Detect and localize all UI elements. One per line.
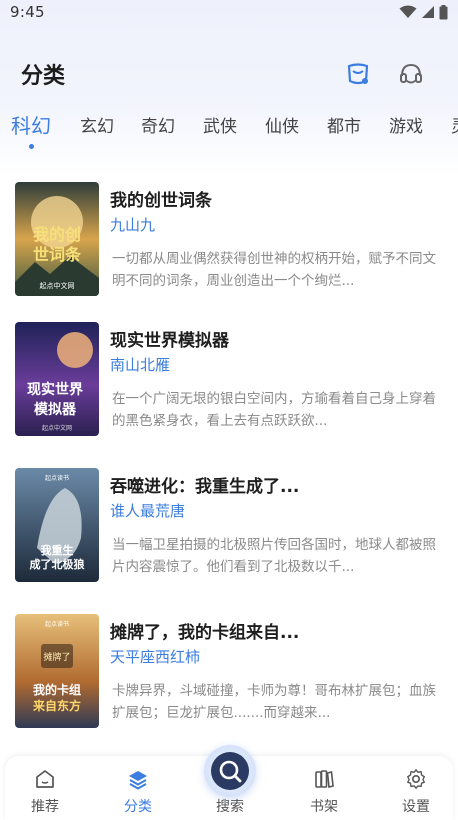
headset-icon[interactable] xyxy=(397,60,425,88)
svg-text:模拟器: 模拟器 xyxy=(34,401,77,418)
book-author[interactable]: 九山九 xyxy=(110,214,155,235)
svg-text:起点读书: 起点读书 xyxy=(45,620,69,628)
list-item[interactable]: 我重生 成了北极狼 起点读书 吞噬进化：我重生成了... 谁人最荒唐 当一幅卫星… xyxy=(0,464,458,584)
book-author[interactable]: 谁人最荒唐 xyxy=(110,500,185,521)
nav-settings[interactable]: 设置 xyxy=(381,756,451,820)
tab-xianxia[interactable]: 仙侠 xyxy=(265,112,299,137)
list-item[interactable]: 我的创 世词条 起点中文网 我的创世词条 九山九 一切都从周业偶然获得创世神的权… xyxy=(0,178,458,298)
book-cover[interactable]: 现实世界 模拟器 起点中文网 xyxy=(15,322,99,436)
list-item[interactable]: 现实世界 模拟器 起点中文网 现实世界模拟器 南山北雁 在一个广阔无垠的银白空间… xyxy=(0,318,458,438)
nav-bookshelf[interactable]: 书架 xyxy=(289,756,359,820)
svg-text:我重生: 我重生 xyxy=(41,543,74,557)
svg-text:来自东方: 来自东方 xyxy=(32,698,81,713)
category-tabs: 科幻 玄幻 奇幻 武侠 仙侠 都市 游戏 灵 xyxy=(0,112,458,158)
svg-text:起点中文网: 起点中文网 xyxy=(42,424,72,432)
status-bar: 9:45 xyxy=(0,0,458,24)
search-icon xyxy=(219,760,242,783)
nav-search-label[interactable]: 搜索 xyxy=(200,796,260,816)
book-author[interactable]: 南山北雁 xyxy=(110,354,170,375)
book-title: 摊牌了，我的卡组来自... xyxy=(110,623,300,643)
status-time: 9:45 xyxy=(10,3,45,21)
tab-wuxia[interactable]: 武侠 xyxy=(203,112,237,137)
home-icon xyxy=(36,770,54,788)
bag-icon[interactable] xyxy=(344,60,372,88)
nav-label: 推荐 xyxy=(31,799,59,815)
tab-ling[interactable]: 灵 xyxy=(451,112,458,137)
svg-text:摊牌了: 摊牌了 xyxy=(43,651,70,663)
tab-scifi[interactable]: 科幻 xyxy=(11,112,51,139)
book-title: 我的创世词条 xyxy=(110,191,212,211)
tab-xuanhuan[interactable]: 玄幻 xyxy=(80,112,114,137)
search-button-inner xyxy=(211,752,249,790)
book-title: 现实世界模拟器 xyxy=(110,331,229,351)
status-icons xyxy=(399,4,448,20)
bookshelf-icon xyxy=(315,770,334,788)
tab-dushi[interactable]: 都市 xyxy=(327,112,361,137)
book-cover[interactable]: 摊牌了 我的卡组 来自东方 起点读书 xyxy=(15,614,99,728)
book-description: 卡牌异界，斗域碰撞，卡师为尊！哥布林扩展包；血族扩展包；巨龙扩展包.......… xyxy=(112,683,436,721)
page-header: 分类 xyxy=(0,52,458,96)
active-tab-indicator xyxy=(29,144,34,149)
book-title: 吞噬进化：我重生成了... xyxy=(110,477,300,497)
wifi-icon xyxy=(399,5,417,18)
book-cover[interactable]: 我的创 世词条 起点中文网 xyxy=(15,182,99,296)
gear-icon xyxy=(407,769,426,789)
book-cover[interactable]: 我重生 成了北极狼 起点读书 xyxy=(15,468,99,582)
layers-icon xyxy=(129,771,147,790)
nav-label: 书架 xyxy=(310,799,338,815)
search-button[interactable] xyxy=(204,745,256,797)
svg-text:世词条: 世词条 xyxy=(33,245,82,264)
nav-label: 分类 xyxy=(124,799,152,815)
nav-recommend[interactable]: 推荐 xyxy=(10,756,80,820)
nav-label: 设置 xyxy=(402,799,430,815)
book-description: 一切都从周业偶然获得创世神的权柄开始，赋予不同文明不同的词条，周业创造出一个个绚… xyxy=(112,251,436,289)
svg-text:起点中文网: 起点中文网 xyxy=(40,281,75,290)
book-author[interactable]: 天平座西红柿 xyxy=(110,646,200,667)
svg-text:我的卡组: 我的卡组 xyxy=(33,682,81,697)
nav-category[interactable]: 分类 xyxy=(103,756,173,820)
list-item[interactable]: 摊牌了 我的卡组 来自东方 起点读书 摊牌了，我的卡组来自... 天平座西红柿 … xyxy=(0,610,458,730)
svg-text:成了北极狼: 成了北极狼 xyxy=(30,557,85,571)
battery-icon xyxy=(439,4,448,19)
tab-youxi[interactable]: 游戏 xyxy=(389,112,423,137)
svg-text:现实世界: 现实世界 xyxy=(27,381,84,398)
book-description: 当一幅卫星拍摄的北极照片传回各国时，地球人都被照片内容震惊了。他们看到了北极数以… xyxy=(112,537,436,575)
svg-text:起点读书: 起点读书 xyxy=(45,474,69,482)
svg-text:我的创: 我的创 xyxy=(33,225,81,244)
tab-qihuan[interactable]: 奇幻 xyxy=(141,112,175,137)
signal-icon xyxy=(422,6,434,18)
page-title: 分类 xyxy=(21,64,66,89)
book-description: 在一个广阔无垠的银白空间内，方瑜看着自己身上穿着的黑色紧身衣，看上去有点跃跃欲.… xyxy=(112,391,436,429)
